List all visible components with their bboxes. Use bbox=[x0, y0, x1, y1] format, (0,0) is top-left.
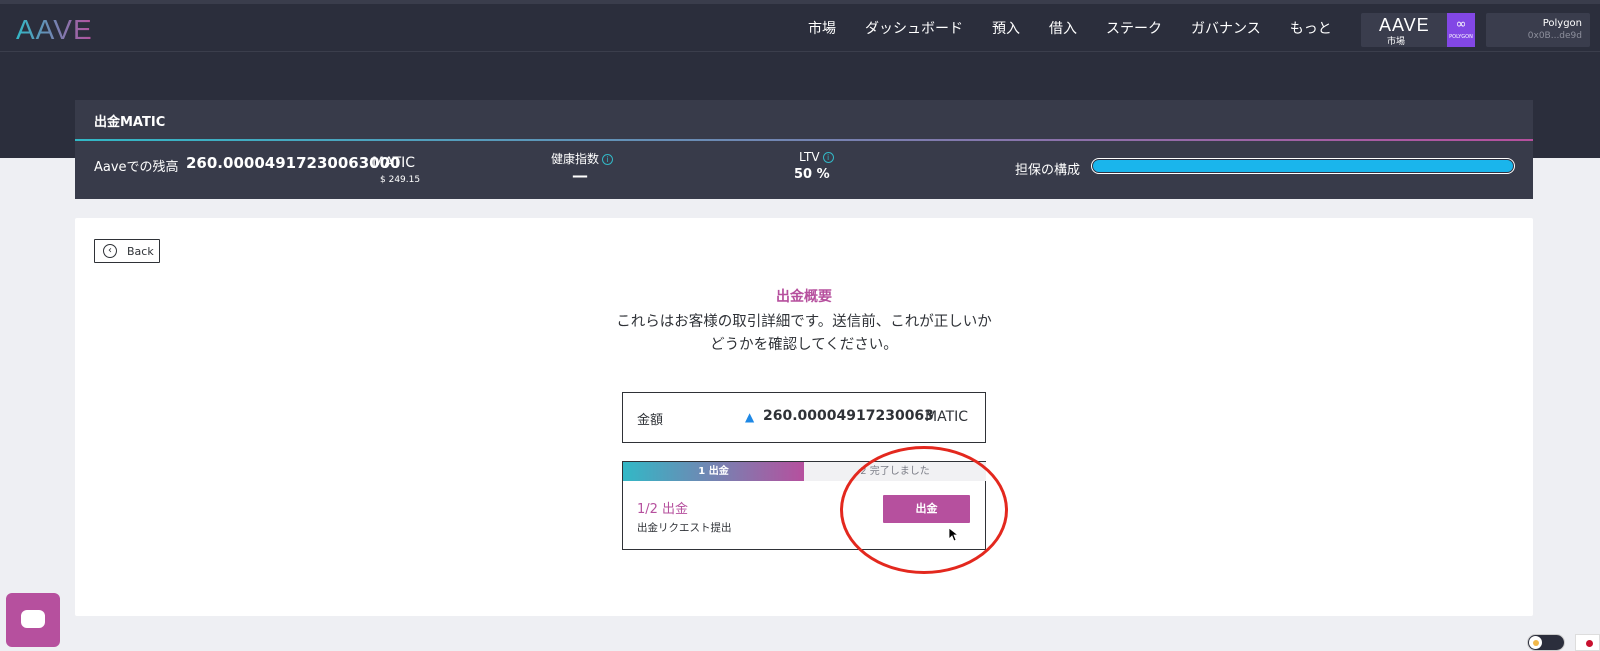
back-label: Back bbox=[127, 245, 154, 258]
nav-item-market[interactable]: 市場 bbox=[808, 18, 836, 38]
mouse-cursor-icon bbox=[949, 528, 959, 542]
nav-item-borrow[interactable]: 借入 bbox=[1049, 18, 1077, 38]
highlight-ring-annotation bbox=[840, 446, 1008, 574]
collateral-composition-bar bbox=[1091, 158, 1515, 174]
nav-item-dashboard[interactable]: ダッシュボード bbox=[865, 18, 963, 38]
wallet-address: 0x0B...de9d bbox=[1527, 31, 1582, 41]
theme-toggle[interactable] bbox=[1527, 634, 1565, 651]
balance-usd: $ 249.15 bbox=[380, 175, 421, 185]
amount-label: 金額 bbox=[637, 413, 664, 428]
polygon-badge-text: POLYGON bbox=[1449, 34, 1473, 40]
aave-logo[interactable]: AAVE bbox=[16, 14, 93, 46]
wallet-button[interactable]: Polygon 0x0B...de9d bbox=[1486, 13, 1590, 47]
main-nav: 市場 ダッシュボード 預入 借入 ステーク ガバナンス もっと bbox=[808, 18, 1361, 38]
back-button[interactable]: ‹ Back bbox=[94, 239, 160, 263]
step-description: 出金リクエスト提出 bbox=[637, 522, 732, 534]
wallet-network: Polygon bbox=[1542, 18, 1582, 29]
amount-row: 金額 ▲ 260.00004917230063 MATIC bbox=[622, 392, 986, 443]
polygon-icon: ∞ POLYGON bbox=[1447, 13, 1475, 47]
collateral-composition-label: 担保の構成 bbox=[1015, 163, 1081, 178]
market-aave-logo: AAVE bbox=[1379, 15, 1430, 35]
nav-item-deposit[interactable]: 預入 bbox=[992, 18, 1020, 38]
balance-unit: MATIC bbox=[372, 155, 416, 171]
ltv-value: 50 % bbox=[794, 167, 830, 182]
language-flag-icon[interactable] bbox=[1575, 634, 1600, 651]
nav-item-more[interactable]: もっと bbox=[1290, 18, 1332, 38]
overview-title: 出金概要 bbox=[776, 289, 832, 305]
chat-button[interactable] bbox=[6, 593, 60, 647]
info-icon[interactable]: i bbox=[822, 152, 834, 163]
ltv-text: LTV bbox=[799, 150, 820, 164]
top-navigation-bar: AAVE 市場 ダッシュボード 預入 借入 ステーク ガバナンス もっと AAV… bbox=[0, 0, 1600, 52]
toggle-knob bbox=[1529, 636, 1542, 649]
health-factor-value: — bbox=[572, 166, 588, 185]
collateral-composition-fill bbox=[1093, 160, 1513, 172]
step-title: 1/2 出金 bbox=[637, 502, 689, 517]
overview-description: これらはお客様の取引詳細です。送信前、これが正しいかどうかを確認してください。 bbox=[616, 314, 992, 353]
chevron-left-icon: ‹ bbox=[103, 244, 117, 258]
info-icon[interactable]: i bbox=[602, 154, 614, 165]
amount-value: 260.00004917230063 bbox=[763, 408, 934, 424]
health-factor-text: 健康指数 bbox=[551, 152, 600, 166]
nav-item-governance[interactable]: ガバナンス bbox=[1191, 18, 1261, 38]
page-title: 出金MATIC bbox=[94, 115, 166, 130]
matic-icon: ▲ bbox=[745, 410, 755, 424]
balance-label: Aaveでの残高 bbox=[94, 160, 179, 175]
market-selector[interactable]: AAVE 市場 ∞ POLYGON bbox=[1361, 13, 1475, 47]
summary-panel-header: 出金MATIC bbox=[75, 100, 1533, 139]
summary-panel: Aaveでの残高 260.00004917230063000 MATIC $ 2… bbox=[75, 141, 1533, 199]
health-factor-label: 健康指数 i bbox=[551, 150, 614, 167]
ltv-label: LTV i bbox=[799, 150, 834, 164]
amount-unit: MATIC bbox=[925, 409, 969, 425]
market-label: 市場 bbox=[1387, 37, 1406, 47]
chat-bubble-icon bbox=[21, 610, 45, 628]
sun-icon bbox=[1533, 640, 1539, 646]
balance-value: 260.00004917230063000 bbox=[186, 154, 401, 172]
step-withdraw: 1 出金 bbox=[623, 462, 804, 481]
withdraw-overview-card: ‹ Back 出金概要 これらはお客様の取引詳細です。送信前、これが正しいかどう… bbox=[75, 218, 1533, 616]
japan-flag-dot bbox=[1586, 640, 1593, 647]
nav-item-stake[interactable]: ステーク bbox=[1106, 18, 1162, 38]
